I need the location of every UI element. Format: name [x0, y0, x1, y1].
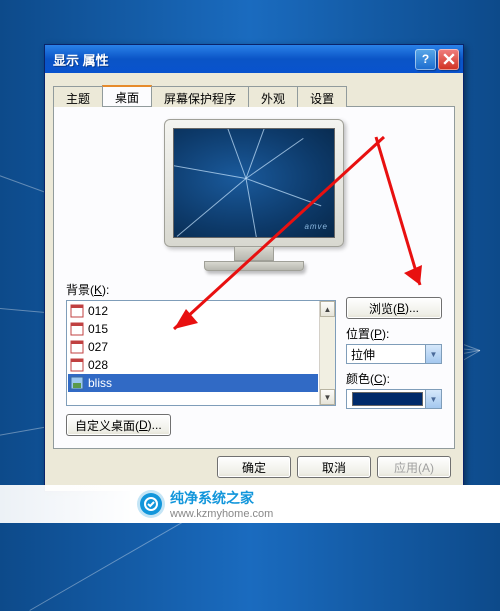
- window-title: 显示 属性: [53, 50, 413, 69]
- cancel-button[interactable]: 取消: [297, 456, 371, 478]
- scroll-down-button[interactable]: ▼: [320, 389, 335, 405]
- color-label: 颜色(C):: [346, 370, 442, 387]
- chevron-down-icon: ▼: [425, 390, 441, 408]
- tab-screensaver[interactable]: 屏幕保护程序: [151, 86, 249, 107]
- watermark-url: www.kzmyhome.com: [170, 508, 273, 520]
- color-swatch: [352, 392, 423, 406]
- background-label: 背景(K):: [66, 281, 336, 298]
- tab-theme[interactable]: 主题: [53, 86, 103, 107]
- close-icon: [443, 53, 455, 65]
- titlebar[interactable]: 显示 属性 ?: [45, 45, 463, 73]
- image-file-icon: [70, 304, 84, 318]
- apply-button[interactable]: 应用(A): [377, 456, 451, 478]
- tabs: 主题 桌面 屏幕保护程序 外观 设置: [53, 85, 455, 107]
- tab-appearance[interactable]: 外观: [248, 86, 298, 107]
- help-button[interactable]: ?: [415, 49, 436, 70]
- list-item[interactable]: 012: [68, 302, 318, 320]
- wallpaper-preview: amve: [164, 119, 344, 271]
- customize-desktop-button[interactable]: 自定义桌面(D)...: [66, 414, 171, 436]
- tab-panel-desktop: amve 背景(K): 012: [53, 107, 455, 449]
- tab-desktop[interactable]: 桌面: [102, 85, 152, 106]
- list-item[interactable]: 027: [68, 338, 318, 356]
- display-properties-window: 显示 属性 ? 主题 桌面 屏幕保护程序 外观 设置: [44, 44, 464, 492]
- close-button[interactable]: [438, 49, 459, 70]
- ok-button[interactable]: 确定: [217, 456, 291, 478]
- tab-settings[interactable]: 设置: [297, 86, 347, 107]
- watermark-brand: 纯净系统之家: [170, 488, 273, 508]
- list-item[interactable]: 028: [68, 356, 318, 374]
- position-combo[interactable]: 拉伸 ▼: [346, 344, 442, 364]
- scrollbar[interactable]: ▲ ▼: [319, 301, 335, 405]
- background-listbox[interactable]: 012 015 027: [66, 300, 336, 406]
- image-file-icon: [70, 322, 84, 336]
- dialog-button-row: 确定 取消 应用(A): [53, 449, 455, 485]
- preview-brand: amve: [304, 222, 328, 231]
- list-item[interactable]: bliss: [68, 374, 318, 392]
- position-label: 位置(P):: [346, 325, 442, 342]
- image-file-icon: [70, 340, 84, 354]
- list-item[interactable]: 015: [68, 320, 318, 338]
- watermark-logo-icon: [140, 493, 162, 515]
- browse-button[interactable]: 浏览(B)...: [346, 297, 442, 319]
- image-file-icon: [70, 358, 84, 372]
- color-combo[interactable]: ▼: [346, 389, 442, 409]
- chevron-down-icon: ▼: [425, 345, 441, 363]
- bmp-file-icon: [70, 376, 84, 390]
- watermark: 纯净系统之家 www.kzmyhome.com: [0, 485, 500, 523]
- scroll-up-button[interactable]: ▲: [320, 301, 335, 317]
